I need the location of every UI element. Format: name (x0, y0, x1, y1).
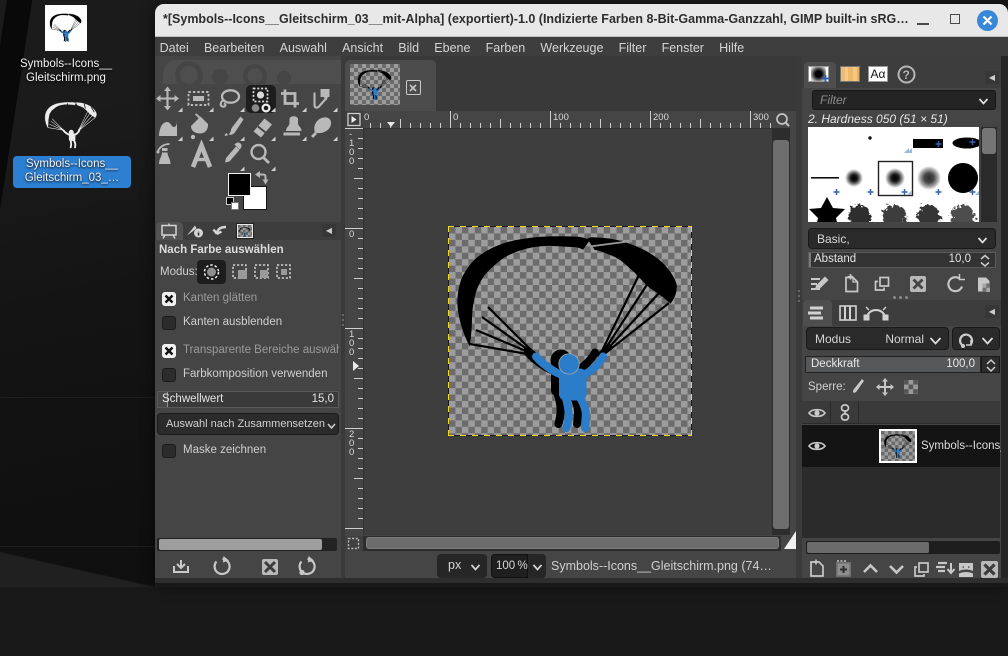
svg-text:?: ? (903, 68, 910, 82)
